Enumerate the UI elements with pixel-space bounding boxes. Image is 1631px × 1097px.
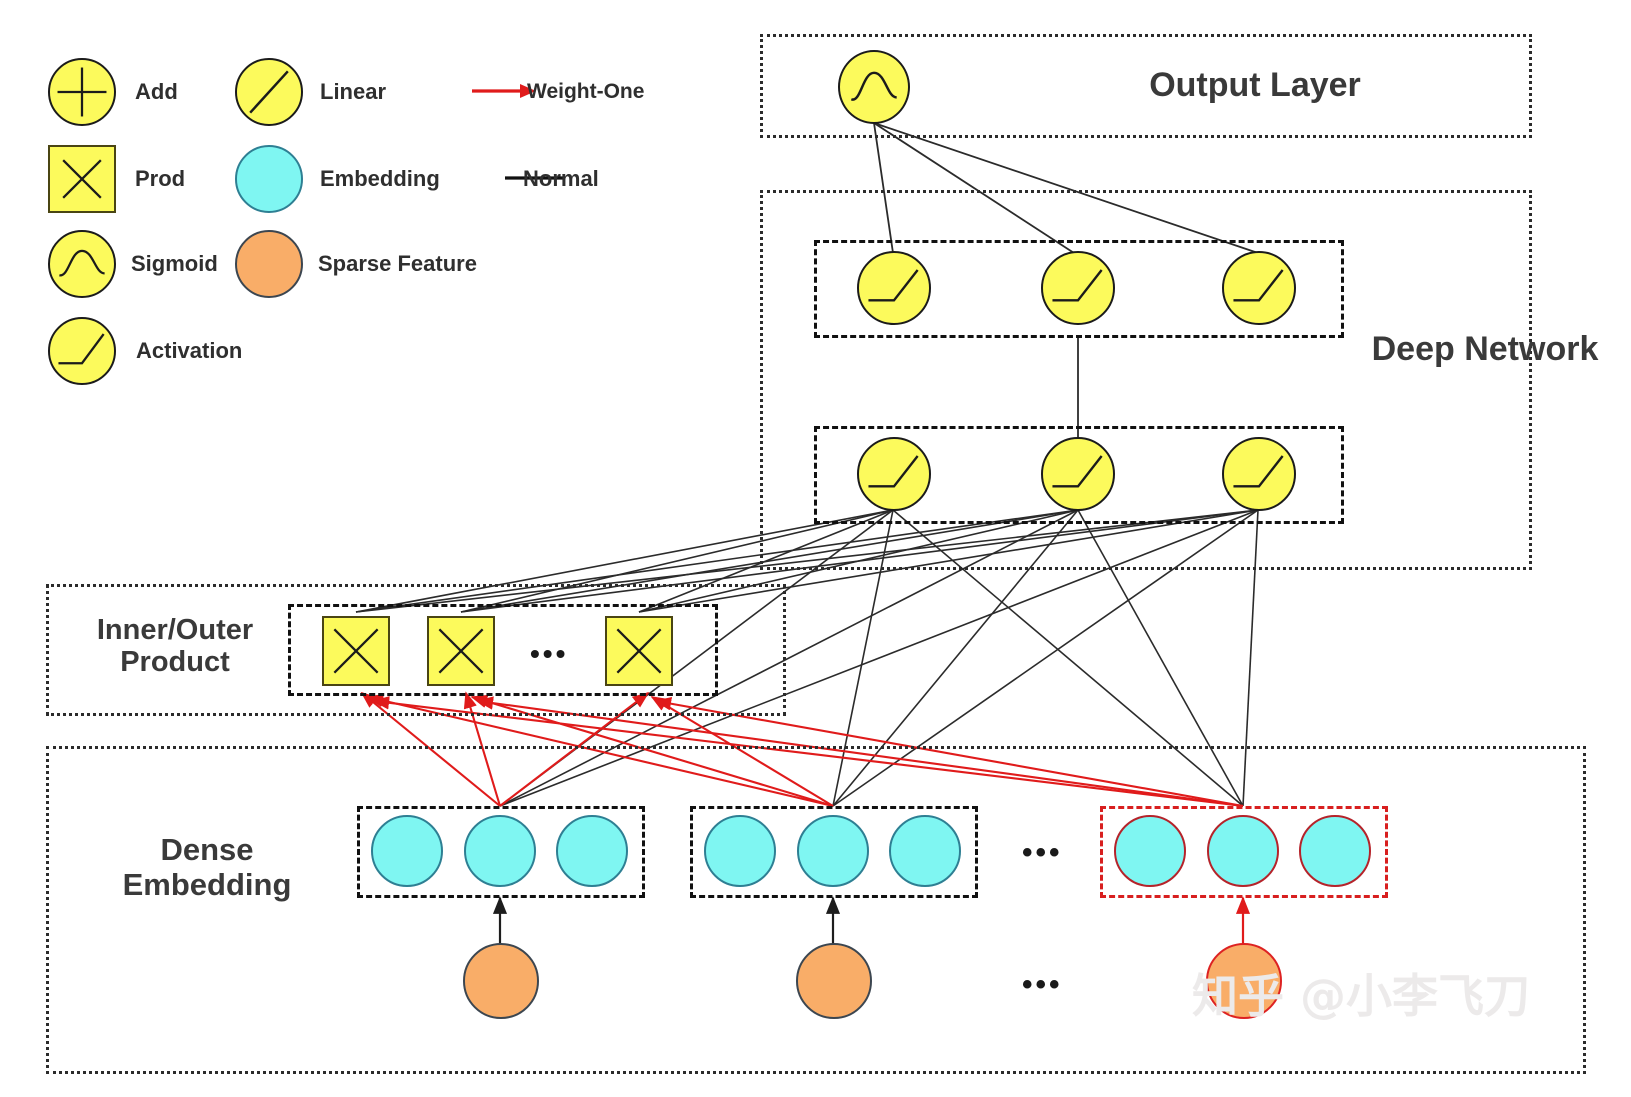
embedding-node-2-3[interactable] [889,815,961,887]
product-node-1[interactable] [322,616,390,686]
legend-label-prod: Prod [135,166,186,191]
relu-circle-icon [48,317,116,385]
slash-circle-icon [235,58,303,126]
sparse-feature-node-1[interactable] [463,943,539,1019]
embedding-node-2-2[interactable] [797,815,869,887]
dense-embedding-label: Dense Embedding [122,832,292,902]
output-layer-label: Output Layer [1149,66,1361,104]
hidden-layer-2-node-3[interactable] [1222,251,1296,325]
hidden-layer-1-node-2[interactable] [1041,437,1115,511]
legend-label-sparse-feature: Sparse Feature [318,251,477,276]
hidden-layer-1-node-3[interactable] [1222,437,1296,511]
sigmoid-circle-icon [48,230,116,298]
legend-label-embedding: Embedding [320,166,440,191]
watermark: 知乎 @小李飞刀 [1192,969,1531,1023]
legend-label-normal: Normal [523,166,599,191]
product-node-n[interactable] [605,616,673,686]
embedding-node-1-2[interactable] [464,815,536,887]
embedding-ellipsis: ••• [1022,836,1063,869]
embedding-node-1-1[interactable] [371,815,443,887]
product-ellipsis: ••• [530,638,569,669]
legend-label-linear: Linear [320,79,387,104]
embedding-node-1-3[interactable] [556,815,628,887]
diagram-canvas: Add Linear Weight-One Prod Embedding Nor… [0,0,1631,1097]
legend-label-weight-one: Weight-One [527,80,645,103]
hidden-layer-2-node-1[interactable] [857,251,931,325]
embedding-node-n-3[interactable] [1299,815,1371,887]
product-node-2[interactable] [427,616,495,686]
embedding-node-n-2[interactable] [1207,815,1279,887]
sparse-feature-node-2[interactable] [796,943,872,1019]
hidden-layer-2-node-2[interactable] [1041,251,1115,325]
output-sigmoid-node[interactable] [838,50,910,124]
embedding-node-2-1[interactable] [704,815,776,887]
plus-circle-icon [48,58,116,126]
embedding-circle-icon [235,145,303,213]
legend-label-sigmoid: Sigmoid [131,251,218,276]
sparse-circle-icon [235,230,303,298]
embedding-node-n-1[interactable] [1114,815,1186,887]
sparse-feature-ellipsis: ••• [1022,968,1063,1001]
hidden-layer-1-node-1[interactable] [857,437,931,511]
cross-square-icon [48,145,116,213]
deep-network-label: Deep Network [1371,330,1599,368]
product-layer-label: Inner/Outer Product [96,614,254,679]
legend-label-add: Add [135,79,178,104]
legend-label-activation: Activation [136,338,243,363]
